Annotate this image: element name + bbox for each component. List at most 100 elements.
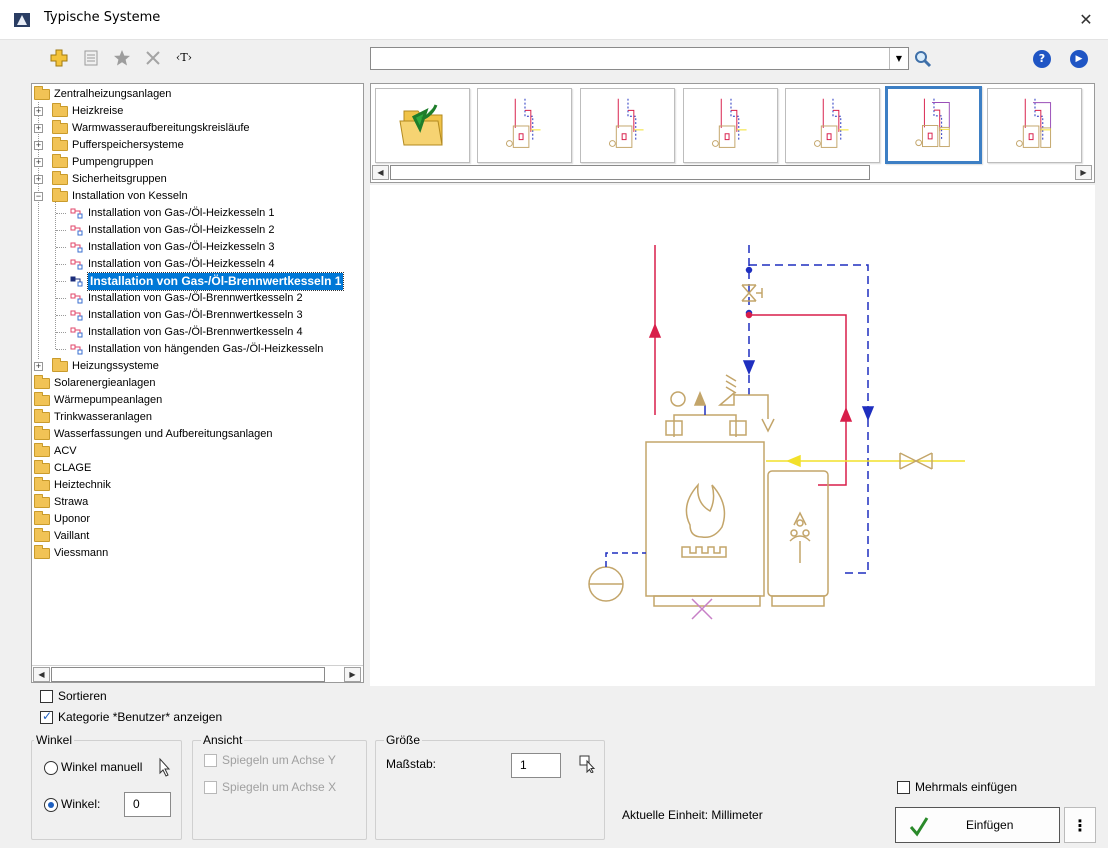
tree-item-label: Installation von Gas-/Öl-Heizkesseln 1 (88, 207, 275, 219)
tree-guide-line (56, 332, 66, 333)
add-icon[interactable] (48, 47, 70, 69)
tree-guide-line (56, 230, 66, 231)
folder-icon (34, 528, 50, 542)
insert-button[interactable]: Einfügen (895, 807, 1060, 843)
search-icon[interactable] (912, 48, 934, 70)
thumbnail-item[interactable] (987, 88, 1082, 163)
folder-icon (34, 392, 50, 406)
folder-icon (34, 545, 50, 559)
thumbnail-item[interactable] (785, 88, 880, 163)
folder-icon (34, 477, 50, 491)
tree-horizontal-scrollbar[interactable]: ◀ ▶ (32, 665, 363, 682)
thumbnail-horizontal-scrollbar[interactable]: ◀ ▶ (371, 164, 1094, 181)
thumbnail-item-selected[interactable] (885, 86, 982, 164)
scrollbar-thumb[interactable] (51, 667, 325, 682)
show-user-category-checkbox[interactable] (40, 709, 53, 724)
scroll-left-arrow-icon[interactable]: ◀ (372, 165, 389, 180)
tree-item-label: Installation von Gas-/Öl-Brennwertkessel… (88, 309, 303, 321)
search-dropdown-button[interactable]: ▼ (889, 48, 908, 69)
folder-icon (34, 511, 50, 525)
tree-guide-line (56, 298, 66, 299)
text-tool-icon[interactable]: ‹T› (173, 47, 195, 69)
mirror-x-checkbox[interactable] (204, 781, 217, 794)
expand-icon[interactable]: + (34, 141, 43, 150)
thumbnail-item[interactable] (683, 88, 778, 163)
category-tree[interactable]: Zentralheizungsanlagen + Heizkreise + Warmwa… (31, 83, 364, 683)
mirror-y-checkbox[interactable] (204, 754, 217, 767)
template-node-icon (70, 344, 83, 355)
tree-item-label: Wasserfassungen und Aufbereitungsanlagen (54, 428, 273, 440)
tree-item-label: Sicherheitsgruppen (72, 173, 167, 185)
angle-input[interactable]: 0 (124, 792, 171, 817)
scrollbar-thumb[interactable] (390, 165, 870, 180)
angle-value-label: Winkel: (61, 797, 101, 811)
schematic-thumbnail-icon (814, 98, 849, 148)
expand-icon[interactable]: + (34, 124, 43, 133)
more-options-button[interactable]: ⋮ (1064, 807, 1096, 843)
help-icon[interactable]: ? (1033, 50, 1051, 68)
expand-icon[interactable]: + (34, 107, 43, 116)
boiler-installation-diagram (588, 245, 965, 620)
info-icon[interactable]: ▶ (1070, 50, 1088, 68)
template-node-icon (70, 276, 83, 287)
tree-guide-line (56, 264, 66, 265)
title-bar: Typische Systeme ✕ (0, 0, 1108, 40)
folder-icon (34, 494, 50, 508)
folder-icon (34, 426, 50, 440)
preview-panel (370, 185, 1095, 686)
close-icon[interactable]: ✕ (1074, 8, 1098, 32)
tree-guide-line (56, 349, 66, 350)
scale-input[interactable]: 1 (511, 753, 561, 778)
thumbnail-item[interactable] (580, 88, 675, 163)
folder-icon (34, 409, 50, 423)
scroll-left-arrow-icon[interactable]: ◀ (33, 667, 50, 682)
checkmark-icon (909, 817, 929, 837)
scale-pick-icon[interactable] (578, 753, 598, 773)
angle-manual-radio[interactable] (44, 761, 58, 775)
tree-guide-line (56, 213, 66, 214)
template-node-icon (70, 259, 83, 270)
return-pipe (748, 245, 869, 574)
tree-item-label: Pufferspeichersysteme (72, 139, 184, 151)
thumbnail-item[interactable] (477, 88, 572, 163)
tree-guide-line (56, 315, 66, 316)
app-logo-icon (14, 13, 30, 27)
thumbnail-up-folder[interactable] (375, 88, 470, 163)
insert-button-label: Einfügen (966, 818, 1014, 832)
tree-item-label: Solarenergieanlagen (54, 377, 156, 389)
search-input[interactable] (370, 47, 909, 70)
tree-item-label: Viessmann (54, 547, 109, 559)
tree-item-label: Wärmepumpeanlagen (54, 394, 163, 406)
tree-item-label: Strawa (54, 496, 89, 508)
folder-icon (52, 120, 68, 134)
scroll-right-arrow-icon[interactable]: ▶ (1075, 165, 1092, 180)
tree-item-label: Heiztechnik (54, 479, 111, 491)
window-title: Typische Systeme (44, 10, 161, 25)
tree-item-label: Installation von Gas-/Öl-Brennwertkessel… (86, 272, 345, 291)
tree-item-label: Zentralheizungsanlagen (54, 88, 172, 100)
hot-water-tank (767, 470, 829, 597)
tree-item-label: Installation von Gas-/Öl-Brennwertkessel… (88, 292, 303, 304)
star-icon[interactable] (111, 47, 133, 69)
insert-multiple-label: Mehrmals einfügen (915, 780, 1018, 794)
scroll-right-arrow-icon[interactable]: ▶ (344, 667, 361, 682)
schematic-thumbnail-icon (712, 98, 747, 148)
expand-icon[interactable]: + (34, 158, 43, 167)
scale-label: Maßstab: (386, 757, 437, 771)
tree-item-label: Heizkreise (72, 105, 124, 117)
sort-checkbox[interactable] (40, 690, 53, 703)
collapse-icon[interactable]: − (34, 192, 43, 201)
insert-multiple-checkbox[interactable] (897, 781, 910, 794)
folder-icon (34, 443, 50, 457)
tree-item-label: Installation von hängenden Gas-/Öl-Heizk… (88, 343, 324, 355)
template-node-icon (70, 310, 83, 321)
cursor-pick-icon[interactable] (157, 757, 173, 777)
angle-value-radio[interactable] (44, 798, 58, 812)
expand-icon[interactable]: + (34, 362, 43, 371)
list-icon[interactable] (80, 47, 102, 69)
tree-item-label: Installation von Gas-/Öl-Brennwertkessel… (88, 326, 303, 338)
mirror-x-label: Spiegeln um Achse X (222, 780, 337, 794)
expand-icon[interactable]: + (34, 175, 43, 184)
tree-item-label: Installation von Gas-/Öl-Heizkesseln 3 (88, 241, 275, 253)
delete-icon[interactable] (142, 47, 164, 69)
